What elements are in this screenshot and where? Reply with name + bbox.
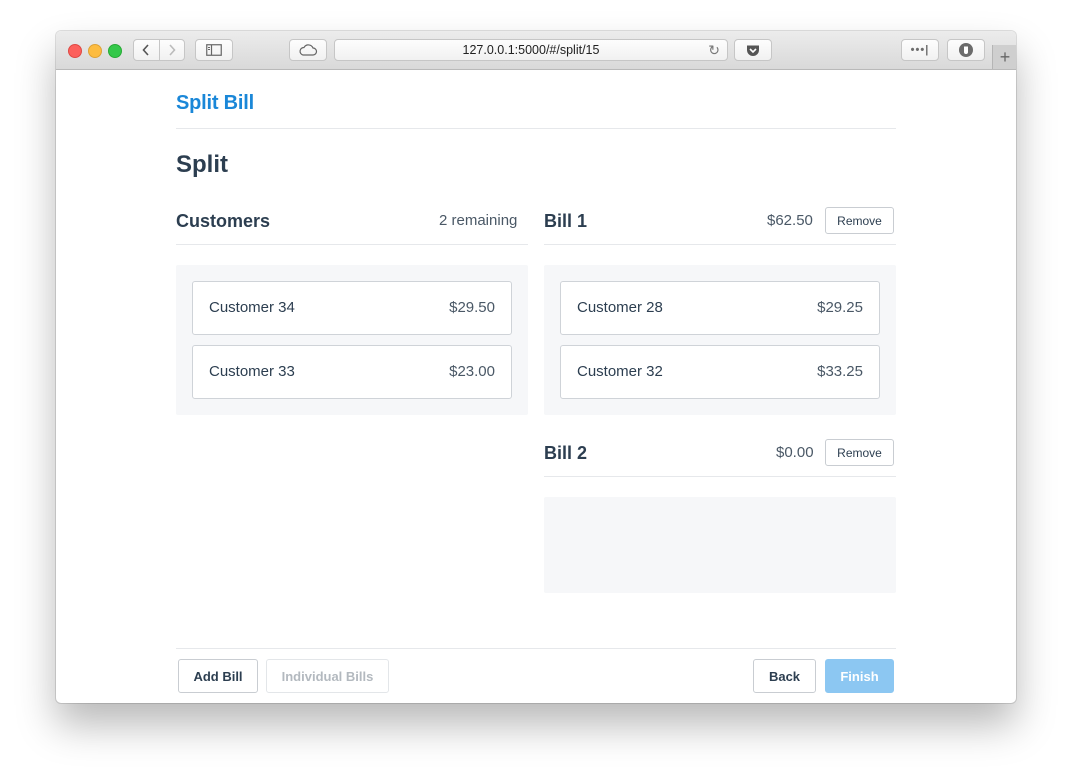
reload-icon[interactable]: ↻	[708, 42, 720, 59]
icloud-tabs-button[interactable]	[289, 39, 327, 61]
bill-1-divider	[544, 244, 896, 245]
back-button[interactable]: Back	[753, 659, 816, 693]
cloud-icon	[299, 44, 318, 56]
page-title: Split	[176, 151, 228, 178]
customers-divider	[176, 244, 528, 245]
history-nav	[133, 39, 185, 61]
maximize-window-button[interactable]	[108, 44, 122, 58]
page-content: Split Bill Split Customers 2 remaining C…	[56, 70, 1016, 703]
sidebar-icon	[206, 44, 222, 56]
bill-1-dropzone[interactable]: Customer 28 $29.25 Customer 32 $33.25	[544, 265, 896, 415]
minimize-window-button[interactable]	[88, 44, 102, 58]
footer-divider	[176, 648, 896, 649]
bill-2-remove-button[interactable]: Remove	[825, 439, 894, 466]
bill-2-dropzone[interactable]	[544, 497, 896, 593]
customer-amount: $29.50	[449, 299, 495, 316]
customer-card[interactable]: Customer 28 $29.25	[560, 281, 880, 335]
bill-2-heading: Bill 2	[544, 443, 588, 463]
customers-heading: Customers	[176, 211, 271, 231]
new-tab-button[interactable]: +	[992, 45, 1016, 69]
bill-1-heading: Bill 1	[544, 211, 588, 231]
customer-name: Customer 34	[209, 299, 295, 316]
pocket-icon	[747, 45, 759, 56]
bill-2-total: $0.00	[776, 444, 814, 461]
bill-1-remove-button[interactable]: Remove	[825, 207, 894, 234]
customer-name: Customer 32	[577, 363, 663, 380]
finish-button[interactable]: Finish	[825, 659, 894, 693]
bill-1-total: $62.50	[767, 212, 813, 229]
customers-dropzone[interactable]: Customer 34 $29.50 Customer 33 $23.00	[176, 265, 528, 415]
customer-card[interactable]: Customer 33 $23.00	[192, 345, 512, 399]
customer-amount: $29.25	[817, 299, 863, 316]
customer-card[interactable]: Customer 34 $29.50	[192, 281, 512, 335]
browser-window: 127.0.0.1:5000/#/split/15 ↻ •••| + Split…	[56, 31, 1016, 703]
url-text: 127.0.0.1:5000/#/split/15	[462, 43, 600, 57]
address-bar[interactable]: 127.0.0.1:5000/#/split/15 ↻	[334, 39, 728, 61]
extensions-overflow-button[interactable]: •••|	[901, 39, 939, 61]
back-arrow-icon[interactable]	[134, 40, 159, 60]
customers-remaining: 2 remaining	[439, 212, 518, 229]
individual-bills-button[interactable]: Individual Bills	[266, 659, 389, 693]
header-divider	[176, 128, 896, 129]
extension-button[interactable]	[947, 39, 985, 61]
pocket-button[interactable]	[734, 39, 772, 61]
browser-toolbar: 127.0.0.1:5000/#/split/15 ↻ •••| +	[56, 31, 1016, 70]
more-dots-icon: •••|	[910, 44, 930, 56]
customer-amount: $33.25	[817, 363, 863, 380]
sidebar-toggle-button[interactable]	[195, 39, 233, 61]
customer-name: Customer 33	[209, 363, 295, 380]
customer-amount: $23.00	[449, 363, 495, 380]
close-window-button[interactable]	[68, 44, 82, 58]
shield-icon	[959, 43, 973, 57]
add-bill-button[interactable]: Add Bill	[178, 659, 258, 693]
forward-arrow-icon[interactable]	[158, 40, 185, 60]
customer-name: Customer 28	[577, 299, 663, 316]
plus-icon: +	[999, 46, 1011, 67]
brand-link[interactable]: Split Bill	[176, 92, 254, 115]
bill-2-divider	[544, 476, 896, 477]
customer-card[interactable]: Customer 32 $33.25	[560, 345, 880, 399]
